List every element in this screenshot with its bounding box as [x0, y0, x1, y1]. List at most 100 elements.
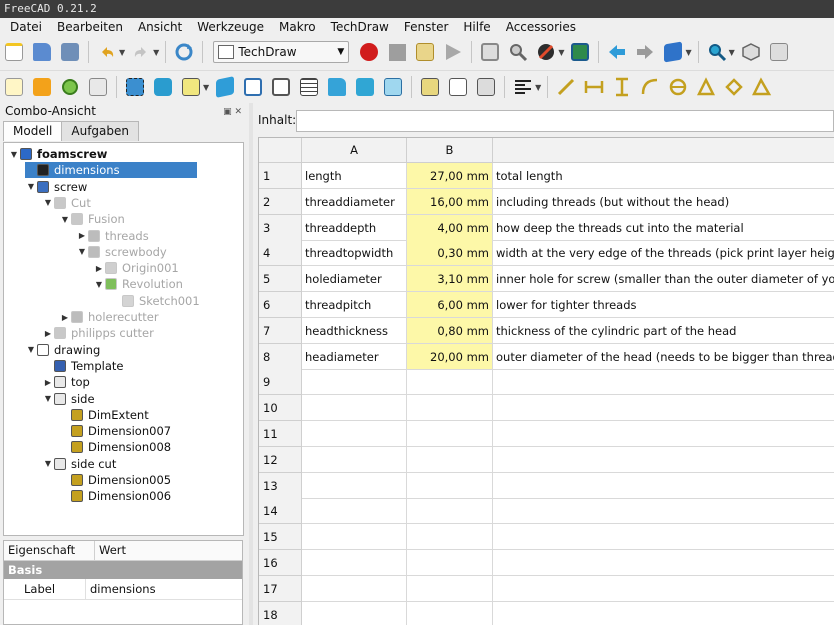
tree-item[interactable]: Template [42, 358, 126, 374]
row-header[interactable]: 2 [259, 188, 302, 215]
tree-item[interactable]: ▼ Revolution [93, 276, 186, 292]
new-document-button[interactable] [1, 39, 27, 65]
tree-item[interactable]: ▼ side [42, 391, 98, 407]
table-cell[interactable]: length [302, 163, 407, 189]
section-view-button[interactable] [212, 74, 238, 100]
table-cell[interactable] [302, 395, 407, 422]
row-header[interactable]: 3 [259, 214, 302, 241]
tab-modell[interactable]: Modell [3, 121, 63, 141]
row-header[interactable]: 4 [259, 240, 302, 267]
table-cell[interactable]: 6,00 mm [407, 292, 493, 318]
row-header[interactable]: 16 [259, 550, 302, 576]
workbench-selector[interactable]: TechDraw ▼ [213, 41, 350, 63]
tree-item[interactable]: Dimension005 [59, 472, 174, 488]
table-cell[interactable]: thickness of the cylindric part of the h… [493, 318, 834, 344]
table-cell[interactable]: threaddepth [302, 214, 407, 241]
hatch-button[interactable] [445, 74, 471, 100]
table-cell[interactable]: 16,00 mm [407, 188, 493, 215]
tab-aufgaben[interactable]: Aufgaben [61, 121, 139, 141]
table-cell[interactable] [493, 447, 834, 473]
table-cell[interactable]: threadtopwidth [302, 240, 407, 267]
table-cell[interactable]: width at the very edge of the threads (p… [493, 240, 834, 267]
tree-item[interactable]: ▼ screwbody [76, 244, 170, 260]
tree-item[interactable]: ▶ holerecutter [59, 309, 162, 325]
menu-fenster[interactable]: Fenster [394, 20, 454, 34]
dock-buttons[interactable]: ▣ ✕ [223, 104, 242, 120]
workbench-3d-button[interactable] [660, 39, 686, 65]
chevron-down-icon[interactable]: ▼ [8, 150, 20, 159]
view-fit-button[interactable] [477, 39, 503, 65]
tree-item[interactable]: ▶ philipps cutter [42, 325, 157, 341]
geom-hatch-button[interactable] [473, 74, 499, 100]
stop-macro-button[interactable] [384, 39, 410, 65]
undo-button[interactable] [94, 39, 120, 65]
length-dimension-button[interactable] [553, 74, 579, 100]
table-cell[interactable] [302, 421, 407, 447]
menu-accessories[interactable]: Accessories [496, 20, 581, 34]
angle3pt-dimension-button[interactable] [721, 74, 747, 100]
menu-ansicht[interactable]: Ansicht [128, 20, 187, 34]
tree-item[interactable]: ▼ screw [25, 179, 90, 195]
table-cell[interactable]: lower for tighter threads [493, 292, 834, 318]
table-cell[interactable]: 3,10 mm [407, 266, 493, 293]
table-cell[interactable] [407, 575, 493, 602]
table-cell[interactable] [493, 498, 834, 525]
table-cell[interactable] [302, 575, 407, 602]
table-cell[interactable] [407, 524, 493, 551]
open-button[interactable] [29, 39, 55, 65]
text-format-button[interactable] [510, 74, 536, 100]
menu-werkzeuge[interactable]: Werkzeuge [187, 20, 269, 34]
undo-dropdown-icon[interactable]: ▼ [119, 48, 125, 57]
column-header[interactable]: A [302, 138, 407, 163]
tree-item[interactable]: ▼ drawing [25, 342, 103, 358]
chevron-right-icon[interactable]: ▶ [76, 231, 88, 240]
tree-item[interactable]: ▼ side cut [42, 456, 119, 472]
extent-dimension-button[interactable] [749, 74, 775, 100]
content-input[interactable] [296, 110, 834, 132]
tree-item[interactable]: ▼ foamscrew [8, 146, 110, 162]
row-header[interactable]: 5 [259, 266, 302, 293]
back-button[interactable] [604, 39, 630, 65]
edit-macro-button[interactable] [412, 39, 438, 65]
chevron-down-icon[interactable]: ▼ [59, 215, 71, 224]
table-cell[interactable] [302, 601, 407, 625]
view-dropdown-icon[interactable]: ▼ [685, 48, 691, 57]
row-header[interactable]: 1 [259, 163, 302, 189]
vertical-dimension-button[interactable] [609, 74, 635, 100]
tree-item[interactable]: ▶ threads [76, 228, 152, 244]
table-cell[interactable] [493, 576, 834, 602]
table-cell[interactable]: 4,00 mm [407, 214, 493, 241]
table-cell[interactable] [407, 472, 493, 499]
table-cell[interactable] [302, 446, 407, 473]
redraw-page-button[interactable] [57, 74, 83, 100]
insert-page-button[interactable] [1, 74, 27, 100]
chevron-down-icon[interactable]: ▼ [93, 280, 105, 289]
measure-button[interactable] [704, 39, 730, 65]
table-cell[interactable]: 20,00 mm [407, 343, 493, 370]
table-cell[interactable] [302, 472, 407, 499]
save-button[interactable] [57, 39, 83, 65]
tree-item[interactable]: dimensions [25, 162, 197, 179]
clip-group-button[interactable] [352, 74, 378, 100]
table-cell[interactable]: 0,80 mm [407, 317, 493, 344]
menu-techdraw[interactable]: TechDraw [321, 20, 394, 34]
table-cell[interactable]: headthickness [302, 317, 407, 344]
row-header[interactable]: 12 [259, 446, 302, 473]
table-cell[interactable] [407, 601, 493, 625]
redo-dropdown-icon[interactable]: ▼ [153, 48, 159, 57]
table-cell[interactable] [407, 446, 493, 473]
chevron-right-icon[interactable]: ▶ [59, 313, 71, 322]
chevron-down-icon[interactable]: ▼ [42, 459, 54, 468]
zoom-button[interactable] [505, 39, 531, 65]
table-cell[interactable]: inner hole for screw (smaller than the o… [493, 266, 834, 293]
column-header[interactable]: B [407, 138, 493, 163]
table-cell[interactable]: including threads (but without the head) [493, 189, 834, 215]
chevron-right-icon[interactable]: ▶ [93, 264, 105, 273]
tree-item[interactable]: Dimension007 [59, 423, 174, 439]
table-cell[interactable]: headiameter [302, 343, 407, 370]
projection-dropdown-icon[interactable]: ▼ [203, 83, 209, 92]
row-header[interactable]: 11 [259, 421, 302, 447]
table-cell[interactable] [407, 421, 493, 447]
spreadsheet-view-button[interactable] [296, 74, 322, 100]
tree-item[interactable]: ▼ Fusion [59, 211, 128, 227]
